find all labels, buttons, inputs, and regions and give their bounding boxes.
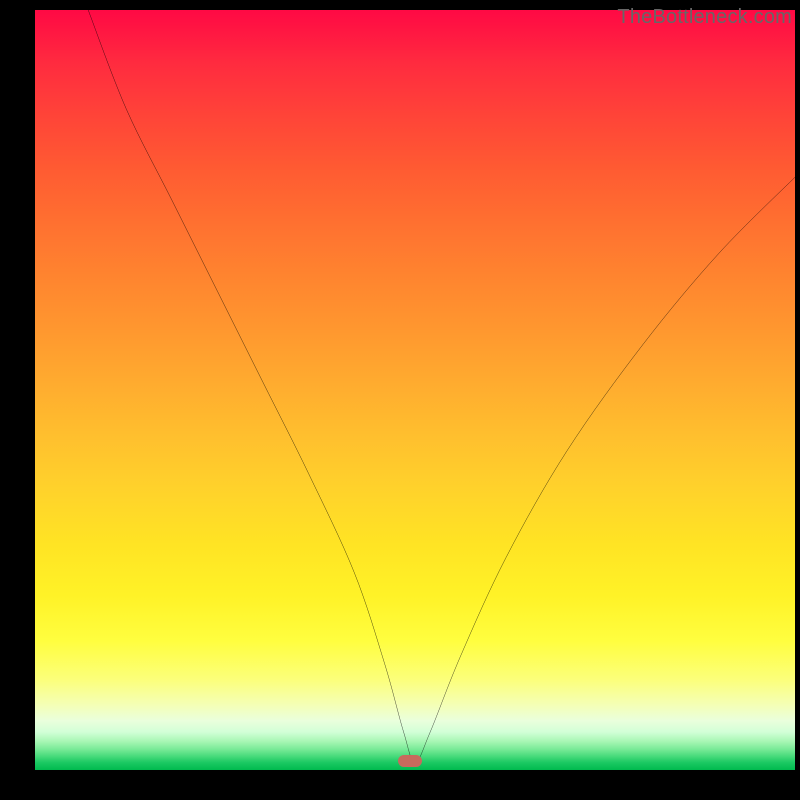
chart-canvas: TheBottleneck.com [0, 0, 800, 800]
watermark-text: TheBottleneck.com [617, 6, 792, 29]
plot-area [35, 10, 795, 770]
bottleneck-curve [35, 10, 795, 770]
optimum-marker [398, 755, 422, 767]
